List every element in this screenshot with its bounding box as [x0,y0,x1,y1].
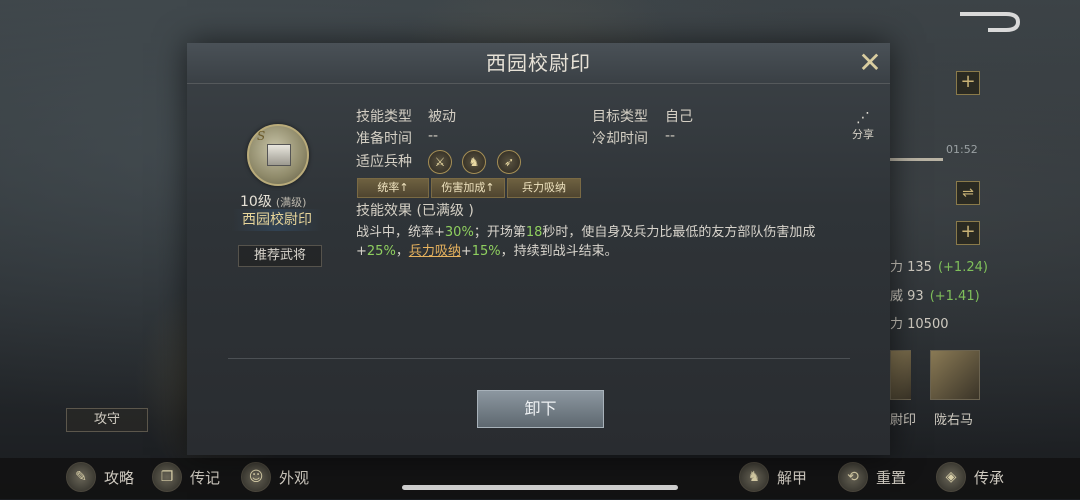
close-icon[interactable]: ✕ [857,49,883,77]
swap-button[interactable]: ⇌ [956,181,980,205]
reset-icon: ⟲ [838,462,868,492]
target-type-label: 目标类型 [592,109,648,125]
timer-text: 01:52 [946,143,978,156]
share-label: 分享 [852,128,874,141]
infantry-icon: ⚔ [428,150,452,174]
effect-text: + [460,244,472,259]
horse-thumb[interactable] [930,350,980,400]
plus-button-2[interactable]: + [956,221,980,245]
biography-label: 传记 [190,468,221,487]
troop-type-label: 适应兵种 [356,154,412,170]
thumb-label: 陇右马 [934,413,974,428]
prep-time-label: 准备时间 [356,131,412,147]
level-max-text: (满级) [275,196,307,209]
equipment-thumb[interactable] [890,350,911,400]
recommend-generals-button[interactable]: 推荐武将 [238,245,322,267]
inherit-button[interactable]: ◈ 传承 [936,462,1004,492]
strategy-label: 攻略 [104,468,135,487]
cooldown-value: -- [665,128,676,144]
effect-text: 战斗中，统率+ [356,225,445,240]
appearance-label: 外观 [279,468,310,487]
attack-defense-tab[interactable]: 攻守 [66,408,148,432]
inherit-label: 传承 [974,468,1005,487]
skill-level: 10级 (满级) [240,191,306,211]
back-icon[interactable] [958,10,1022,34]
unequip-label: 解甲 [777,468,808,487]
stat-row-3: 力 10500 [890,313,949,332]
divider [228,358,850,359]
stat-row-1: 力 135 (+1.24) [890,256,988,275]
effect-label: 技能效果 (已满级 ) [356,203,474,219]
archer-icon: ➶ [497,150,521,174]
effect-number: 15% [471,244,501,259]
home-indicator[interactable] [402,485,678,490]
effect-number: 30% [444,225,474,240]
unequip-icon: ♞ [739,462,769,492]
stat-row-2: 威 93 (+1.41) [890,285,980,304]
prep-time-value: -- [428,128,439,144]
stat-delta: (+1.24) [937,260,988,275]
strategy-icon: ✎ [66,462,96,492]
modal-title: 西园校尉印 [486,51,591,75]
plus-button[interactable]: + [956,71,980,95]
tag-damage-up: 伤害加成↑ [431,178,505,198]
target-type-value: 自己 [665,109,693,125]
cooldown-label: 冷却时间 [592,131,648,147]
inherit-icon: ◈ [936,462,966,492]
effect-number: 18 [525,225,543,240]
appearance-button[interactable]: ☺ 外观 [241,462,309,492]
grade-badge: S [257,129,266,143]
unequip-button[interactable]: ♞ 解甲 [739,462,807,492]
stat-label: 力 135 [890,260,932,275]
skill-effect-text: 战斗中，统率+30%；开场第18秒时，使自身及兵力比最低的友方部队伤害加成+25… [356,223,826,261]
effect-number: 25% [366,244,396,259]
timer-progress-bar [890,158,943,161]
share-icon: ⋰ [856,110,870,126]
seal-icon [267,144,291,166]
skill-type-label: 技能类型 [356,109,412,125]
tag-troop-absorb: 兵力吸纳 [507,178,581,198]
unload-button[interactable]: 卸下 [477,390,604,428]
share-button[interactable]: ⋰ 分享 [848,110,878,142]
skill-seal-icon: S [247,124,309,186]
effect-text: ， [395,244,409,259]
strategy-button[interactable]: ✎ 攻略 [66,462,134,492]
effect-text: ；开场第 [473,225,526,240]
biography-icon: ❐ [152,462,182,492]
skill-name: 西园校尉印 [232,209,322,231]
stat-delta: (+1.41) [929,289,980,304]
reset-label: 重置 [876,468,907,487]
troop-absorb-keyword-link[interactable]: 兵力吸纳 [409,244,461,259]
cavalry-icon: ♞ [462,150,486,174]
tag-command-up: 统率↑ [357,178,429,198]
stat-label: 威 93 [890,289,924,304]
biography-button[interactable]: ❐ 传记 [152,462,220,492]
reset-button[interactable]: ⟲ 重置 [838,462,906,492]
thumb-label: 尉印 [890,413,917,428]
stat-label: 力 10500 [890,317,949,332]
level-text: 10级 [240,194,272,210]
skill-type-value: 被动 [428,109,456,125]
effect-text: ，持续到战斗结束。 [500,244,618,259]
appearance-icon: ☺ [241,462,271,492]
